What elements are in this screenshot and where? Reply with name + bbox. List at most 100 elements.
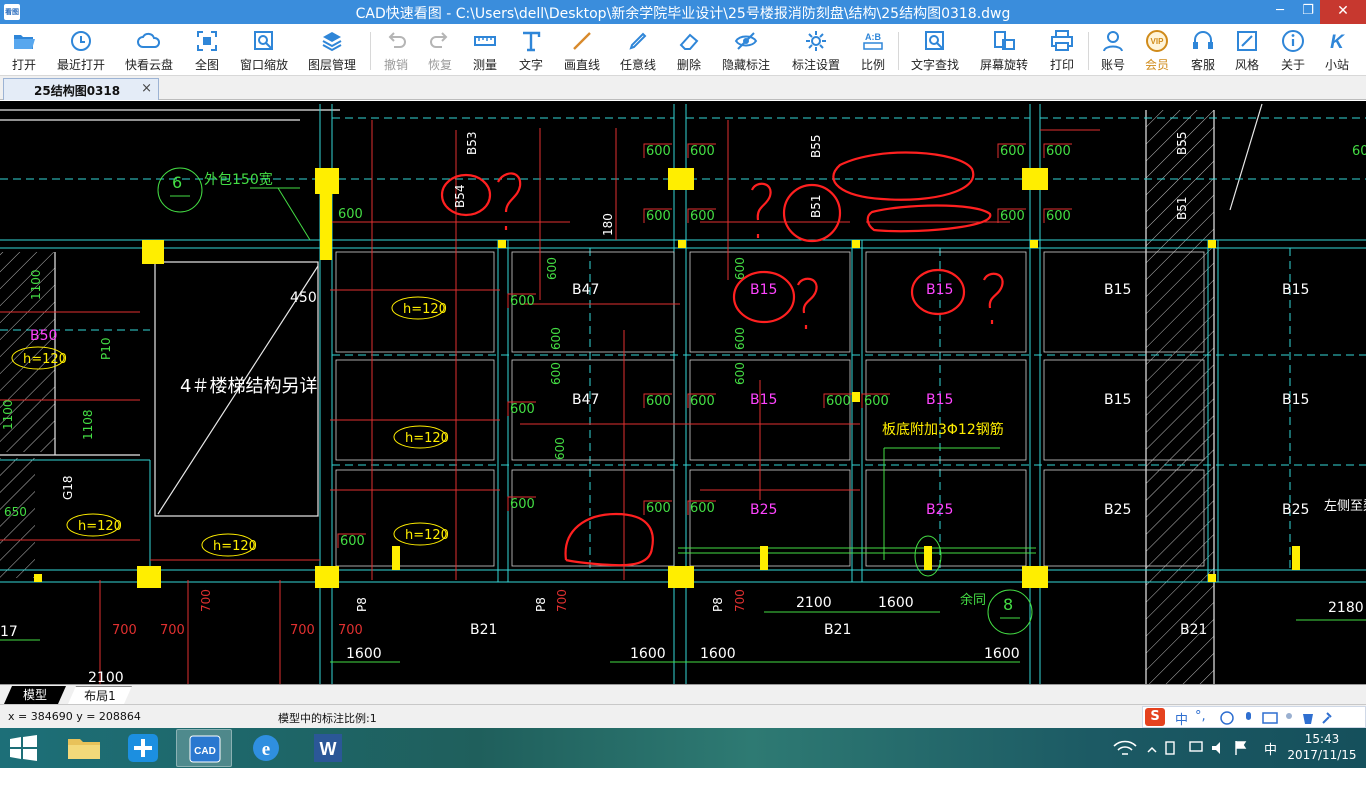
zoom-window-label: 窗口缩放 <box>239 58 288 72</box>
text-button[interactable]: 文字 <box>512 26 550 74</box>
drawing-canvas[interactable]: 600 600 600 600 60 600 600 600 600 600 6… <box>0 101 1366 684</box>
svg-text:B53: B53 <box>465 131 479 155</box>
dim-label: 600 <box>864 394 889 409</box>
network-icon[interactable] <box>1189 741 1203 752</box>
support-button[interactable]: 客服 <box>1184 26 1222 74</box>
annotation-settings-button[interactable]: 标注设置 <box>788 26 844 74</box>
system-tray[interactable] <box>1112 738 1262 758</box>
ime-punct[interactable]: °, <box>1195 709 1206 724</box>
close-button[interactable]: ✕ <box>1320 0 1366 24</box>
taskbar-clock[interactable]: 15:43 2017/11/15 <box>1282 731 1362 763</box>
taskbar-cad-viewer[interactable]: CAD <box>176 729 232 767</box>
tab-layout1[interactable]: 布局1 <box>68 686 132 704</box>
ime-tools-icons[interactable] <box>1219 710 1359 726</box>
taskbar-pinwheel[interactable] <box>116 729 172 767</box>
undo-button[interactable]: 撤销 <box>378 26 414 74</box>
delete-button[interactable]: 删除 <box>670 26 708 74</box>
svg-text:650: 650 <box>4 505 27 519</box>
user-ime-icon[interactable] <box>1286 713 1292 719</box>
fit-all-button[interactable]: 全图 <box>188 26 226 74</box>
windows-start-icon[interactable] <box>8 734 40 762</box>
scale-button[interactable]: A:B 比例 <box>854 26 892 74</box>
draw-line-button[interactable]: 画直线 <box>560 26 604 74</box>
slab-outlines <box>335 251 1205 567</box>
dim-label: 600 <box>646 501 671 516</box>
print-label: 打印 <box>1049 58 1074 72</box>
svg-text:G18: G18 <box>61 475 75 500</box>
svg-text:600: 600 <box>733 362 747 385</box>
ruler-icon <box>474 36 496 46</box>
same-note: 余同 <box>960 592 986 608</box>
about-button[interactable]: 关于 <box>1274 26 1312 74</box>
clock-time: 15:43 <box>1304 732 1340 746</box>
shirt-icon[interactable] <box>1303 714 1313 724</box>
layers-button[interactable]: 图层管理 <box>304 26 360 74</box>
keyboard-icon[interactable] <box>1262 712 1278 724</box>
settings-icon <box>806 31 826 51</box>
dim-label: 600 <box>338 207 363 222</box>
emoji-icon[interactable] <box>1220 711 1234 725</box>
zoom-window-button[interactable]: 窗口缩放 <box>236 26 292 74</box>
svg-text:600: 600 <box>553 437 567 460</box>
wrench-icon[interactable] <box>1322 712 1332 724</box>
ime-mode[interactable]: 中 <box>1175 709 1188 728</box>
svg-text:700: 700 <box>199 589 213 612</box>
site-icon: K <box>1330 32 1345 53</box>
svg-text:B54: B54 <box>453 184 467 208</box>
taskbar-ie[interactable]: e <box>238 729 294 767</box>
redo-icon <box>430 32 448 48</box>
document-tab[interactable]: 25结构图0318 × <box>3 78 159 100</box>
site-button[interactable]: K 小站 <box>1318 26 1356 74</box>
svg-text:180: 180 <box>601 213 615 236</box>
undo-label: 撤销 <box>383 58 408 72</box>
style-icon <box>1237 31 1257 51</box>
open-label: 打开 <box>11 58 36 72</box>
zoom-window-icon <box>254 31 273 50</box>
taskbar-word[interactable]: W <box>300 729 356 767</box>
clock-date: 2017/11/15 <box>1287 748 1357 762</box>
recent-button[interactable]: 最近打开 <box>52 26 110 74</box>
account-button[interactable]: 账号 <box>1094 26 1132 74</box>
eye-hide-icon <box>734 32 758 50</box>
svg-text:600: 600 <box>733 327 747 350</box>
print-button[interactable]: 打印 <box>1042 26 1082 74</box>
ime-toolbar[interactable]: S 中 °, <box>1142 706 1366 728</box>
microphone-icon[interactable] <box>1246 712 1251 720</box>
cad-drawing[interactable]: 600 600 600 600 60 600 600 600 600 600 6… <box>0 101 1366 684</box>
wifi-icon[interactable] <box>1113 740 1137 755</box>
tab-model[interactable]: 模型 <box>4 686 66 704</box>
volume-icon[interactable] <box>1212 742 1220 754</box>
freehand-button[interactable]: 任意线 <box>616 26 660 74</box>
flag-icon[interactable] <box>1235 741 1247 755</box>
annotation-scale: 模型中的标注比例:1 <box>278 712 377 725</box>
hide-annotations-button[interactable]: 隐藏标注 <box>718 26 774 74</box>
slab-label: B47 <box>572 392 599 408</box>
svg-text:450: 450 <box>290 290 317 306</box>
cursor-coordinates: x = 384690 y = 208864 <box>8 710 141 723</box>
document-tab-close-icon[interactable]: × <box>141 81 152 96</box>
dim-label: 600 <box>1000 209 1025 224</box>
battery-icon[interactable] <box>1165 741 1175 755</box>
measure-button[interactable]: 测量 <box>466 26 504 74</box>
svg-text:CAD: CAD <box>194 746 216 757</box>
style-button[interactable]: 风格 <box>1228 26 1266 74</box>
svg-text:6: 6 <box>172 173 182 192</box>
sogou-logo-icon[interactable]: S <box>1145 708 1165 726</box>
svg-text:1600: 1600 <box>630 646 666 662</box>
scale-icon: A:B <box>863 32 883 50</box>
rotate-screen-button[interactable]: 屏幕旋转 <box>976 26 1032 74</box>
cloud-button[interactable]: 快看云盘 <box>120 26 178 74</box>
redo-button[interactable]: 恢复 <box>422 26 458 74</box>
svg-text:600: 600 <box>549 362 563 385</box>
svg-text:700: 700 <box>338 623 363 638</box>
show-hidden-icon[interactable] <box>1147 746 1157 753</box>
headset-icon <box>1193 31 1213 49</box>
vertical-dims: 600 600 600 600 600 600 600 180 P10 G18 … <box>1 131 1189 612</box>
svg-text:1108: 1108 <box>81 409 95 440</box>
open-button[interactable]: 打开 <box>2 26 46 74</box>
svg-text:17: 17 <box>0 624 18 640</box>
svg-text:1600: 1600 <box>700 646 736 662</box>
text-search-button[interactable]: 文字查找 <box>906 26 964 74</box>
vip-button[interactable]: VIP 会员 <box>1138 26 1176 74</box>
taskbar-file-explorer[interactable] <box>56 729 112 767</box>
